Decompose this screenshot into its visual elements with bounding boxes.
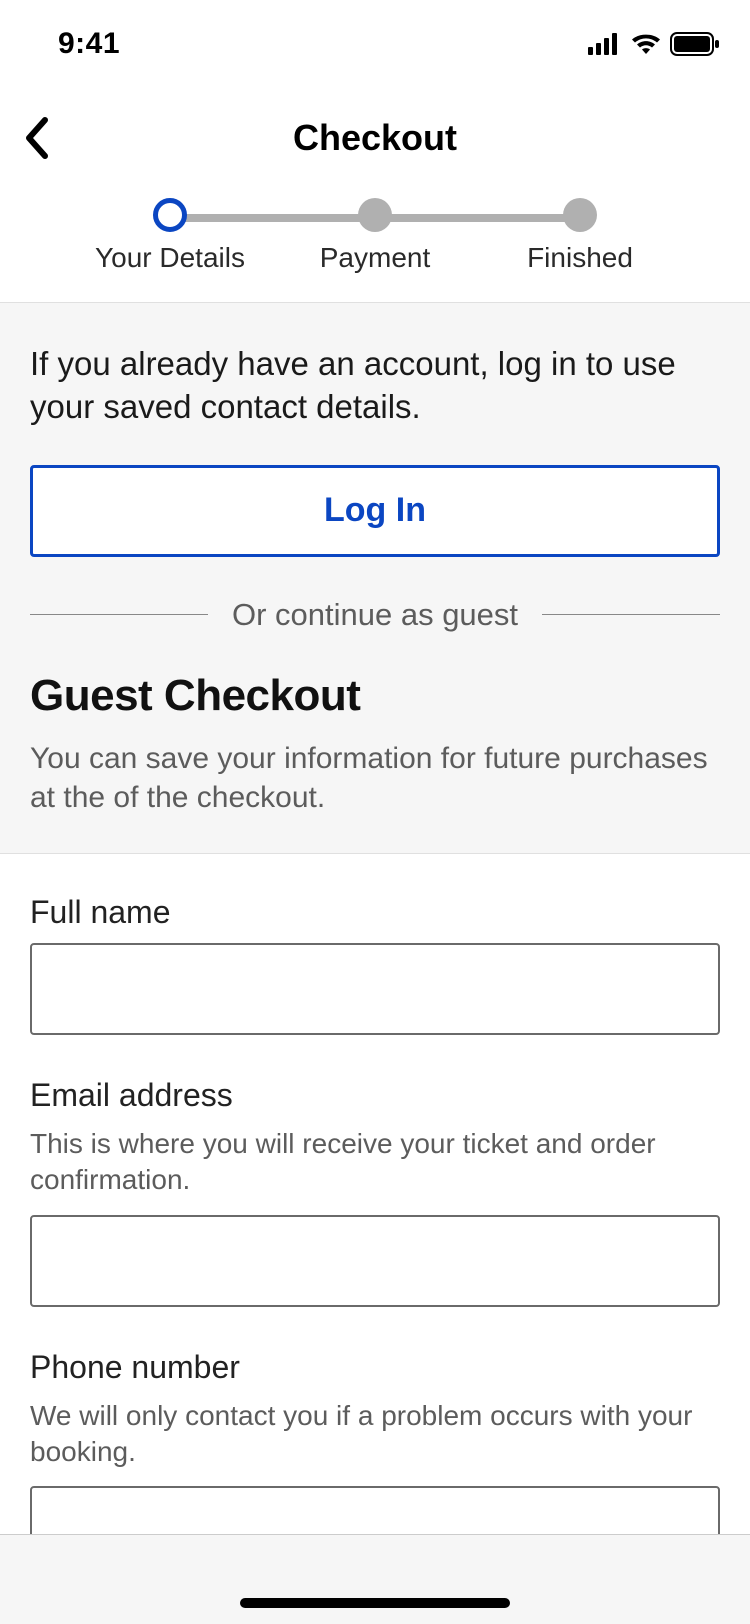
divider-line [542,614,720,615]
battery-icon [670,32,720,56]
step-your-details: Your Details [95,198,245,274]
login-button[interactable]: Log In [30,465,720,557]
step-finished: Finished [505,198,655,274]
header: Checkout [0,88,750,188]
wifi-icon [630,33,662,55]
step-label: Finished [527,242,633,274]
home-indicator [240,1598,510,1608]
phone-label: Phone number [30,1349,720,1386]
divider-text: Or continue as guest [232,597,518,633]
step-label: Your Details [95,242,245,274]
chevron-left-icon [23,116,49,160]
step-dot [358,198,392,232]
guest-form: Full name Email address This is where yo… [0,854,750,1624]
email-label: Email address [30,1077,720,1114]
field-email: Email address This is where you will rec… [30,1077,720,1307]
progress-stepper: Your Details Payment Finished [0,188,750,302]
step-label: Payment [320,242,431,274]
full-name-label: Full name [30,894,720,931]
status-time: 9:41 [58,27,120,61]
page-title: Checkout [293,117,457,159]
home-indicator-area [0,1534,750,1624]
divider-line [30,614,208,615]
step-dot-active [153,198,187,232]
back-button[interactable] [14,116,58,160]
guest-divider: Or continue as guest [30,597,720,633]
guest-checkout-subtext: You can save your information for future… [30,739,720,817]
status-icons [588,32,720,56]
login-prompt: If you already have an account, log in t… [30,343,720,429]
cellular-signal-icon [588,33,622,55]
status-bar: 9:41 [0,0,750,88]
phone-help-text: We will only contact you if a problem oc… [30,1398,720,1471]
step-payment: Payment [300,198,450,274]
step-dot [563,198,597,232]
guest-checkout-heading: Guest Checkout [30,671,720,721]
email-help-text: This is where you will receive your tick… [30,1126,720,1199]
field-full-name: Full name [30,894,720,1035]
login-guest-section: If you already have an account, log in t… [0,302,750,854]
email-input[interactable] [30,1215,720,1307]
full-name-input[interactable] [30,943,720,1035]
